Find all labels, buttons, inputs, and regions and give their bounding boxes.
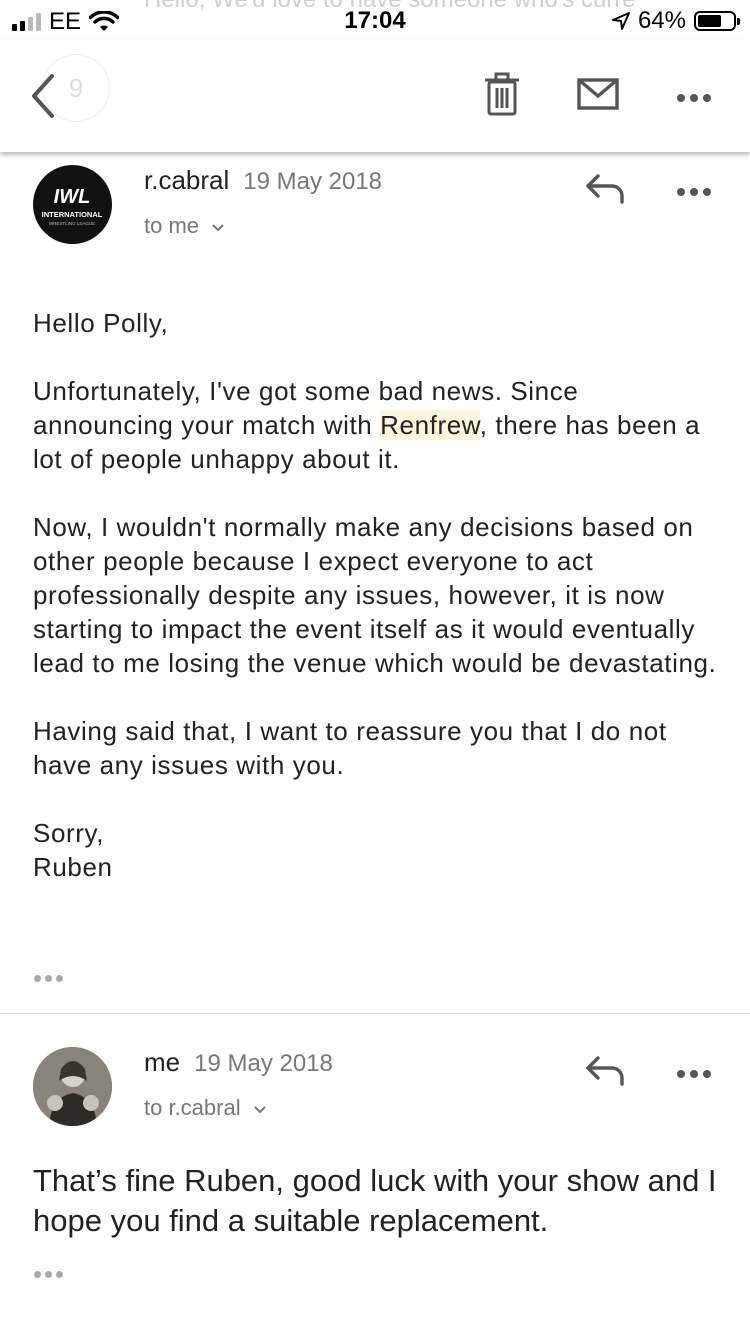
sender-line: r.cabral 19 May 2018 <box>144 165 382 196</box>
battery-icon <box>694 11 740 31</box>
reply-icon <box>586 174 624 204</box>
greeting: Hello Polly, <box>33 308 169 338</box>
sender-name: r.cabral <box>144 165 230 195</box>
mail-icon <box>577 78 619 110</box>
sender-name: me <box>144 1047 181 1077</box>
more-icon <box>677 188 711 196</box>
reply-button[interactable] <box>584 1054 626 1093</box>
highlighted-name[interactable]: Renfrew <box>380 410 480 440</box>
back-icon <box>32 74 54 118</box>
svg-text:INTERNATIONAL: INTERNATIONAL <box>42 210 103 219</box>
recipients-label: to me <box>144 213 200 238</box>
avatar-photo <box>33 1047 112 1126</box>
paragraph-1: Unfortunately, I've got some bad news. S… <box>33 376 701 474</box>
avatar <box>33 1047 112 1126</box>
reply-button[interactable] <box>584 172 626 211</box>
paragraph-2: Now, I wouldn't normally make any decisi… <box>33 512 717 678</box>
message-more-button[interactable] <box>676 184 712 202</box>
message-toolbar: 9 <box>0 40 750 152</box>
battery-percent: 64% <box>637 7 686 34</box>
message-more-button[interactable] <box>676 1066 712 1084</box>
back-button[interactable] <box>22 66 102 130</box>
more-icon <box>677 1070 711 1078</box>
reply-icon <box>586 1056 624 1086</box>
chevron-down-icon <box>254 1106 266 1114</box>
recipients-label: to r.cabral <box>144 1095 241 1120</box>
location-arrow-icon <box>611 12 630 30</box>
iwl-logo: IWL INTERNATIONAL WRESTLING LEAGUE <box>42 186 103 226</box>
more-icon <box>677 94 711 102</box>
show-trimmed-content-button[interactable] <box>34 975 63 982</box>
message-date: 19 May 2018 <box>194 1050 333 1077</box>
delete-button[interactable] <box>484 72 520 121</box>
chevron-down-icon <box>212 224 224 232</box>
message-header[interactable]: IWL INTERNATIONAL WRESTLING LEAGUE r.cab… <box>0 152 750 272</box>
message-header[interactable]: me 19 May 2018 to r.cabral <box>0 1034 750 1154</box>
show-trimmed-content-button[interactable] <box>34 1271 63 1278</box>
recipients-toggle[interactable]: to r.cabral <box>144 1095 267 1121</box>
svg-text:IWL: IWL <box>54 186 91 208</box>
sender-line: me 19 May 2018 <box>144 1047 333 1078</box>
message-divider <box>0 1013 750 1014</box>
status-bar: Hello, We'd love to have someone who's c… <box>0 0 750 40</box>
message-date: 19 May 2018 <box>243 168 383 195</box>
paragraph-3: Having said that, I want to reassure you… <box>33 716 667 780</box>
mark-unread-button[interactable] <box>577 78 619 115</box>
toolbar-more-button[interactable] <box>676 90 712 108</box>
signoff: Sorry, <box>33 818 105 848</box>
message-body: Hello Polly, Unfortunately, I've got som… <box>33 306 723 918</box>
trash-icon <box>485 72 519 116</box>
svg-text:WRESTLING LEAGUE: WRESTLING LEAGUE <box>49 221 95 226</box>
message-body: That’s fine Ruben, good luck with your s… <box>33 1163 717 1238</box>
recipients-toggle[interactable]: to me <box>144 213 225 239</box>
signature: Ruben <box>33 852 113 882</box>
avatar: IWL INTERNATIONAL WRESTLING LEAGUE <box>33 165 112 244</box>
